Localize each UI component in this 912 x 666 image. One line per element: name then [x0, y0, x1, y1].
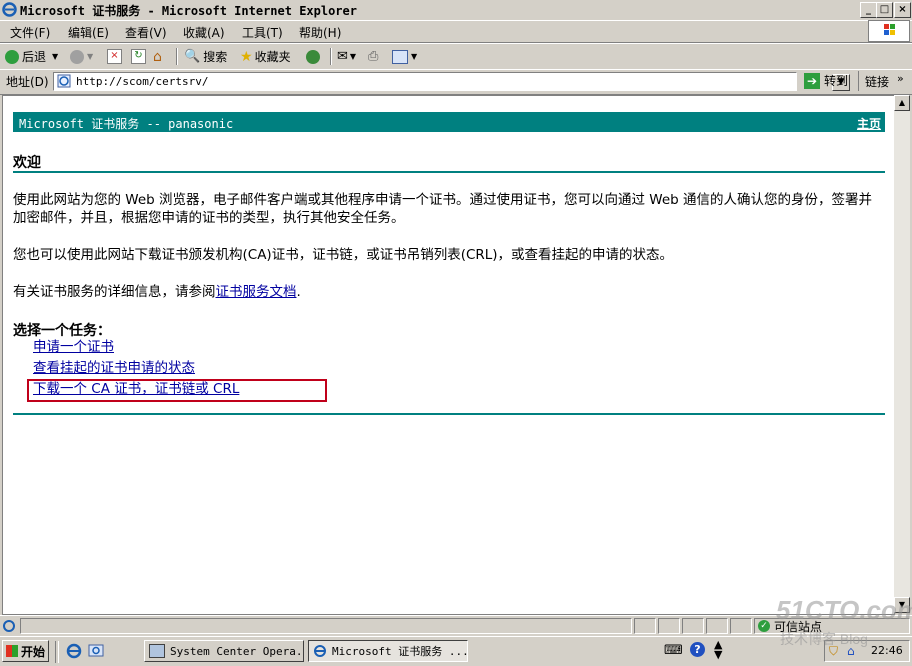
home-icon: ⌂: [153, 48, 162, 65]
taskbar-task-system-center[interactable]: System Center Opera...: [144, 640, 304, 662]
menu-view[interactable]: 查看(V): [125, 24, 167, 41]
search-icon: 🔍: [184, 49, 201, 64]
vertical-scrollbar[interactable]: ▲ ▼: [894, 95, 910, 613]
media-button[interactable]: [306, 48, 323, 65]
ie-logo-icon: [2, 2, 17, 17]
toolbar: 后退 ▼ ▼ × ↻ ⌂ 🔍 搜索 ★ 收藏夹 ✉ ▼ ⎙ ▼: [0, 43, 912, 70]
chevron-down-icon: ▼: [411, 52, 418, 61]
links-button[interactable]: 链接: [865, 73, 889, 90]
taskbar: 开始 System Center Opera... Microsoft 证书服务…: [0, 636, 912, 666]
task-link-pending-status[interactable]: 查看挂起的证书申请的状态: [33, 359, 195, 377]
docs-link[interactable]: 证书服务文档: [216, 284, 297, 300]
print-button[interactable]: ⎙: [368, 48, 378, 65]
star-icon: ★: [240, 48, 253, 65]
back-arrow-icon: [5, 49, 19, 64]
search-button[interactable]: 🔍 搜索: [184, 48, 227, 65]
highlight-box: [27, 379, 327, 402]
chevron-right-icon[interactable]: »: [897, 72, 904, 85]
refresh-button[interactable]: ↻: [131, 48, 146, 65]
media-icon: [306, 49, 320, 64]
stop-icon: ×: [107, 49, 122, 64]
shield-icon[interactable]: ⛉: [829, 644, 838, 659]
favorites-button[interactable]: ★ 收藏夹: [240, 48, 291, 65]
mail-icon: ✉: [337, 49, 348, 64]
chevron-down-icon: ▼: [349, 52, 357, 61]
maximize-button[interactable]: □: [876, 2, 893, 18]
status-cell: [730, 618, 752, 634]
quicklaunch-divider: [55, 641, 59, 663]
menu-tools[interactable]: 工具(T): [242, 24, 283, 41]
menu-help[interactable]: 帮助(H): [299, 24, 341, 41]
menu-edit[interactable]: 编辑(E): [68, 24, 109, 41]
task-link-request-cert[interactable]: 申请一个证书: [33, 338, 114, 356]
print-icon: ⎙: [368, 49, 379, 64]
title-bar: Microsoft 证书服务 - Microsoft Internet Expl…: [0, 0, 912, 21]
toolbar-separator: [858, 71, 859, 91]
trusted-check-icon: ✓: [758, 620, 770, 632]
network-icon[interactable]: ⌂: [847, 644, 855, 658]
windows-flag-icon: [868, 20, 910, 42]
back-button[interactable]: 后退 ▼: [5, 48, 58, 65]
heading-divider: [13, 171, 885, 173]
quicklaunch-desktop-icon[interactable]: [88, 643, 104, 662]
zone-indicator: ✓ 可信站点: [754, 618, 910, 634]
toolbar-separator: [330, 48, 332, 65]
scroll-up-button[interactable]: ▲: [894, 95, 910, 111]
quicklaunch-ie-icon[interactable]: [66, 643, 82, 662]
window-title: Microsoft 证书服务 - Microsoft Internet Expl…: [20, 4, 357, 18]
start-button[interactable]: 开始: [2, 640, 49, 662]
edit-button[interactable]: ▼: [392, 48, 417, 65]
status-cell: [706, 618, 728, 634]
status-page-icon: [2, 619, 16, 636]
windows-logo-icon: [6, 645, 18, 657]
banner-title: Microsoft 证书服务 -- panasonic: [19, 117, 234, 131]
tray-expand-icon[interactable]: ▲ ▼: [714, 639, 722, 660]
tray-network-icon[interactable]: ⌨: [664, 643, 683, 658]
ie-logo-icon: [313, 644, 327, 658]
menu-file[interactable]: 文件(F): [10, 24, 50, 41]
menu-favorites[interactable]: 收藏(A): [183, 24, 225, 41]
home-button[interactable]: ⌂: [153, 48, 162, 65]
edit-page-icon: [392, 49, 408, 64]
status-text-cell: [20, 618, 632, 634]
address-input[interactable]: http://scom/certsrv/ ▼: [53, 72, 850, 91]
minimize-button[interactable]: _: [860, 2, 877, 18]
system-tray: ⛉ ⌂ 22:46: [824, 640, 910, 662]
go-button[interactable]: ➔ 转到: [804, 72, 848, 89]
footer-divider: [13, 413, 885, 415]
chevron-down-icon: ▼: [87, 52, 94, 61]
address-bar: 地址(D) http://scom/certsrv/ ▼ ➔ 转到 链接 »: [0, 69, 912, 95]
page-icon: [57, 74, 71, 88]
help-icon[interactable]: ?: [690, 642, 705, 657]
status-cell: [682, 618, 704, 634]
scroll-down-button[interactable]: ▼: [894, 597, 910, 613]
forward-arrow-icon: [70, 49, 84, 64]
go-arrow-icon: ➔: [804, 72, 820, 89]
address-value: http://scom/certsrv/: [76, 75, 209, 88]
intro-paragraph: 使用此网站为您的 Web 浏览器，电子邮件客户端或其他程序申请一个证书。通过使用…: [13, 192, 873, 226]
app-window-icon: [149, 644, 165, 658]
menu-bar: 文件(F) 编辑(E) 查看(V) 收藏(A) 工具(T) 帮助(H): [0, 21, 912, 43]
status-cell: [634, 618, 656, 634]
chevron-down-icon: ▼: [52, 52, 59, 61]
page-content: Microsoft 证书服务 -- panasonic 主页 欢迎 使用此网站为…: [2, 95, 895, 615]
mail-button[interactable]: ✉ ▼: [337, 48, 356, 65]
toolbar-separator: [176, 48, 178, 65]
clock: 22:46: [871, 644, 903, 657]
address-label: 地址(D): [6, 75, 49, 89]
status-bar: ✓ 可信站点: [0, 615, 912, 636]
stop-button[interactable]: ×: [107, 48, 122, 65]
forward-button[interactable]: ▼: [70, 48, 93, 65]
home-link[interactable]: 主页: [857, 115, 881, 132]
status-cell: [658, 618, 680, 634]
taskbar-task-cert-services[interactable]: Microsoft 证书服务 ...: [308, 640, 468, 662]
docs-paragraph: 有关证书服务的详细信息，请参阅证书服务文档.: [13, 284, 301, 300]
close-button[interactable]: ×: [894, 2, 911, 18]
tasks-heading: 选择一个任务：: [13, 323, 111, 339]
refresh-icon: ↻: [131, 49, 146, 64]
download-paragraph: 您也可以使用此网站下载证书颁发机构(CA)证书，证书链，或证书吊销列表(CRL)…: [13, 247, 674, 263]
page-banner: Microsoft 证书服务 -- panasonic 主页: [13, 112, 885, 132]
welcome-heading: 欢迎: [13, 155, 41, 171]
